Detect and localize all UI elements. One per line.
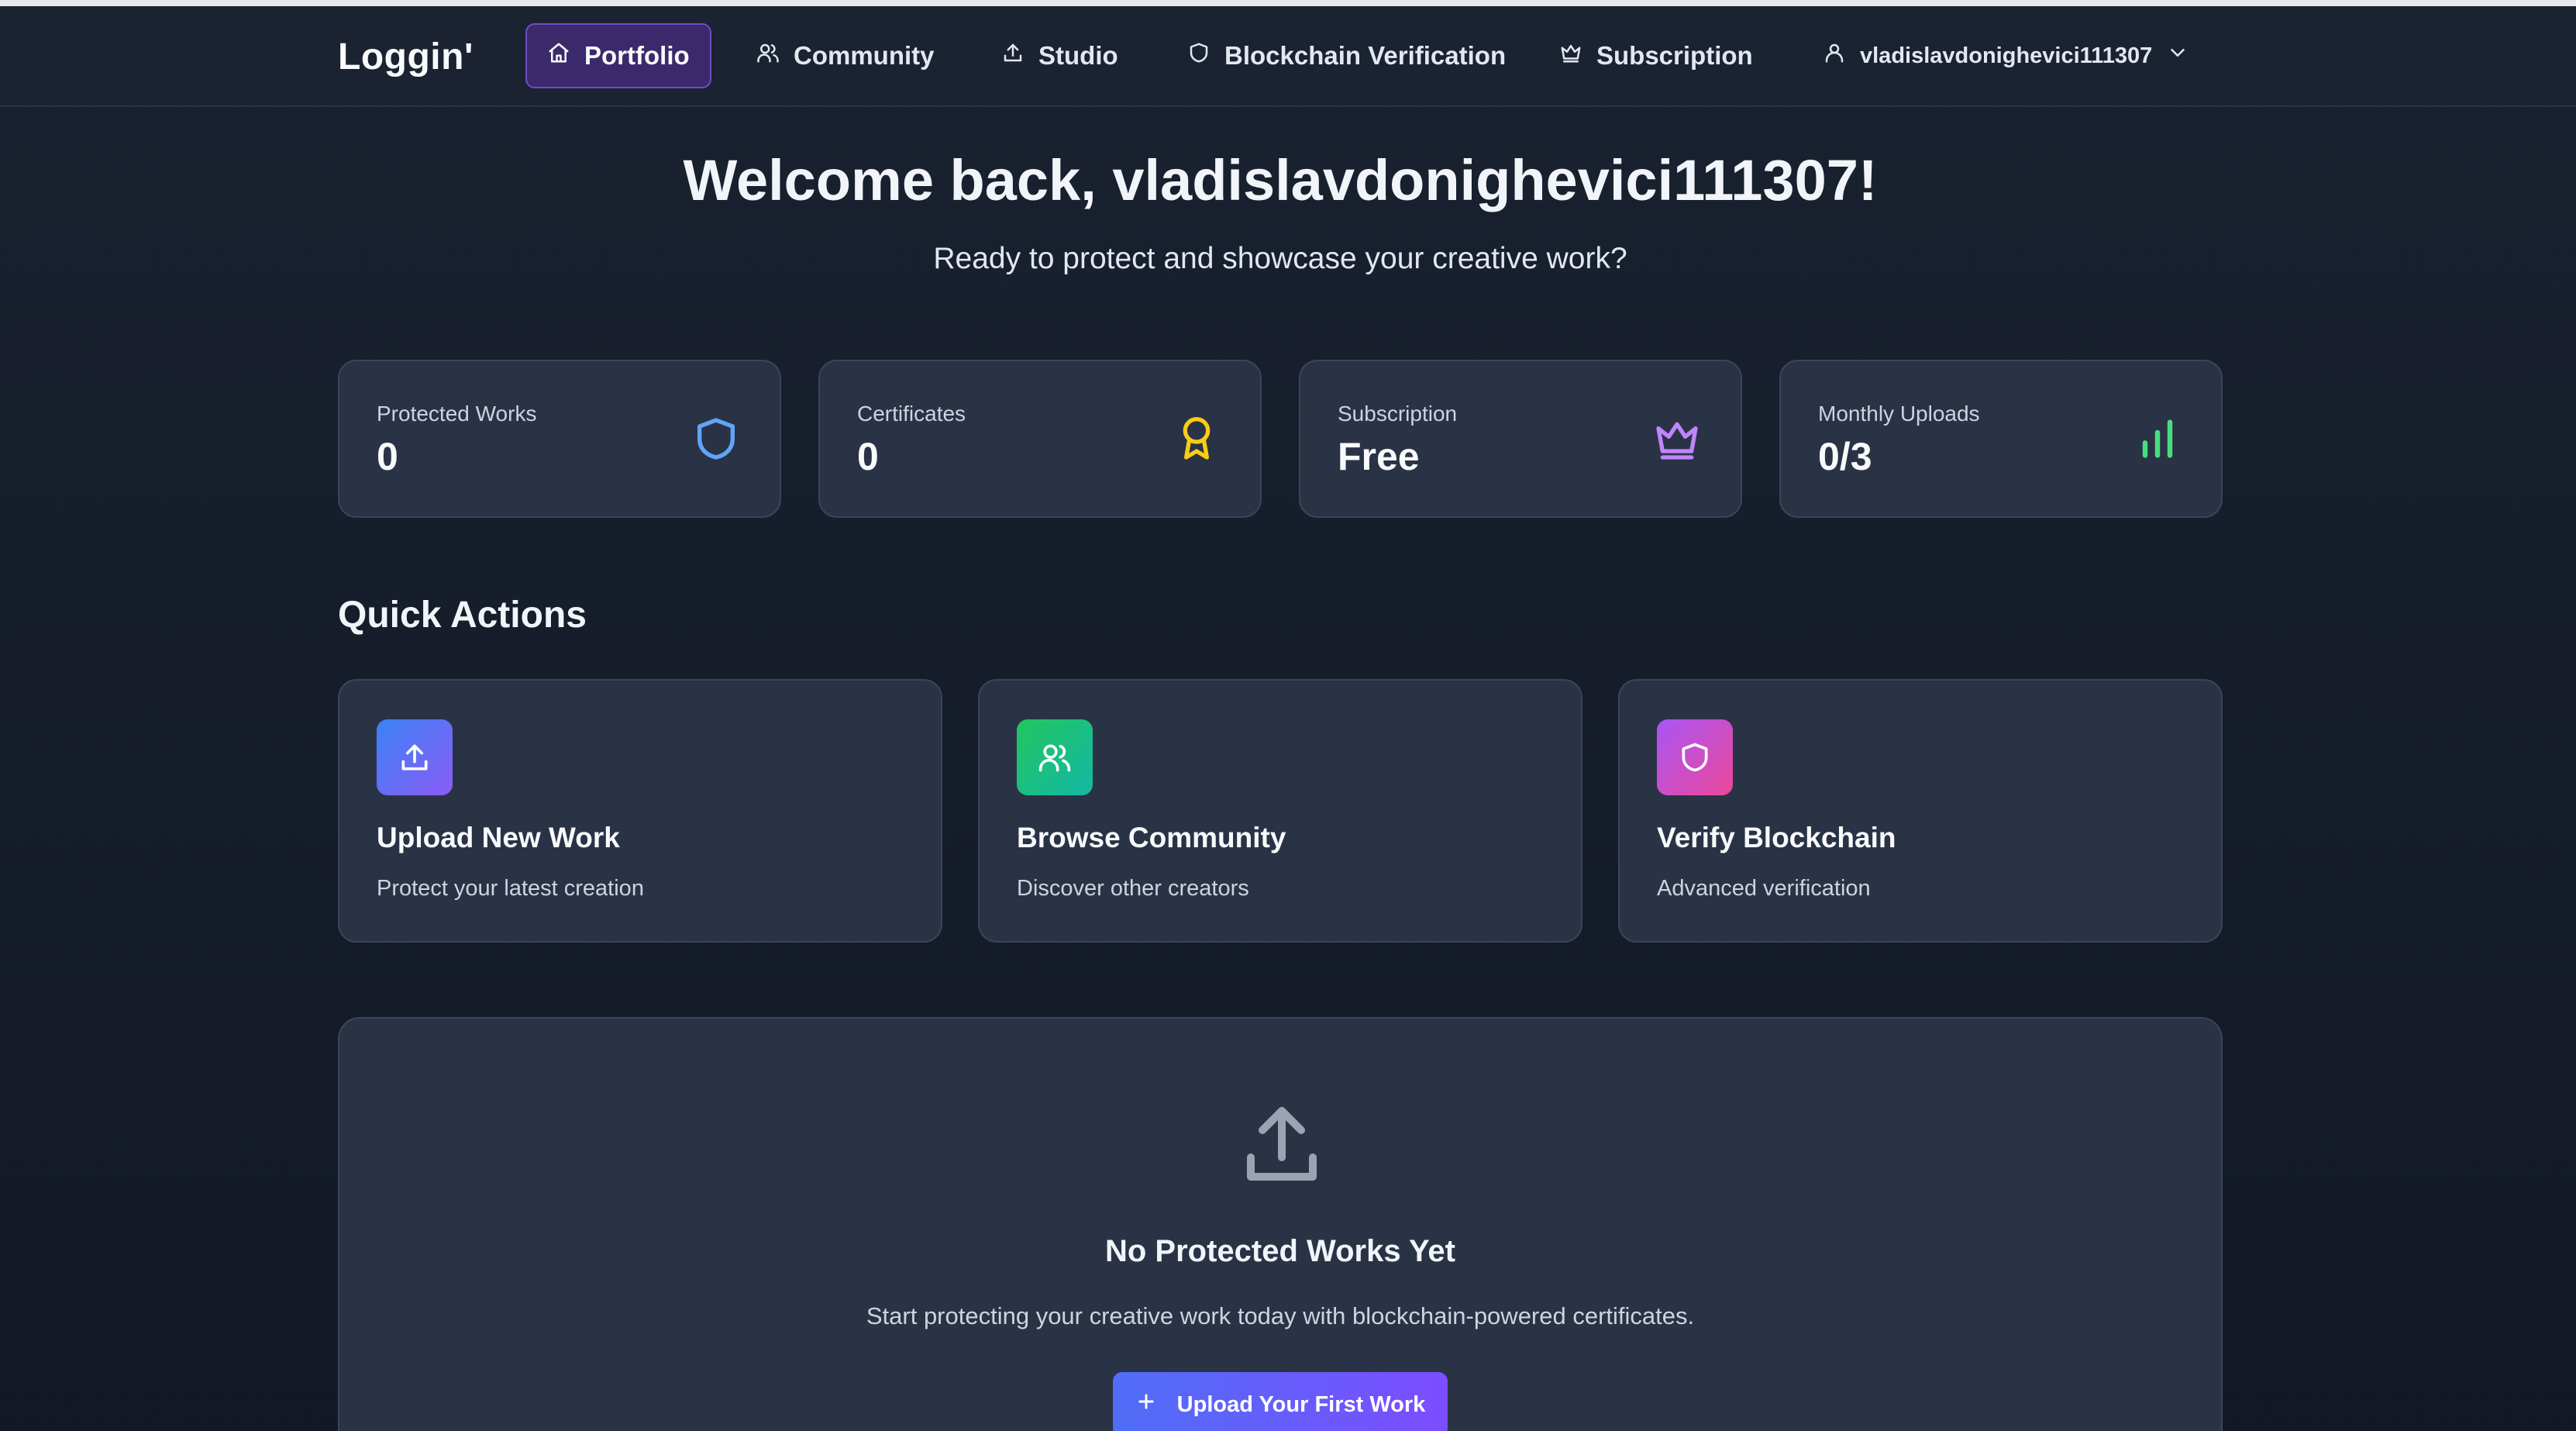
empty-state-title: No Protected Works Yet [1105,1234,1455,1268]
plus-icon [1135,1391,1157,1419]
chevron-down-icon [2166,41,2189,71]
home-icon [547,41,570,71]
browser-top-strip [0,0,2576,6]
top-navbar: Loggin' Portfolio Community Studio Block… [0,6,2576,107]
user-icon [1823,41,1846,71]
nav-item-community[interactable]: Community [736,23,955,88]
shield-icon [1187,41,1211,71]
user-name: vladislavdonighevici111307 [1860,43,2153,68]
bar-chart-icon [2133,414,2182,464]
users-icon [756,41,780,71]
nav-item-studio[interactable]: Studio [981,23,1138,88]
upload-first-work-button[interactable]: Upload Your First Work [1113,1372,1448,1431]
nav-item-label: Blockchain Verification [1224,41,1507,70]
stat-card-subscription: Subscription Free [1299,360,1742,518]
action-desc: Discover other creators [1017,876,1249,901]
nav-item-label: Community [794,41,935,70]
shield-icon [1657,719,1733,795]
upload-icon [1235,1099,1328,1192]
empty-state-desc: Start protecting your creative work toda… [866,1302,1695,1329]
action-title: Browse Community [1017,822,1286,853]
users-icon [1017,719,1093,795]
stat-label: Protected Works [377,402,537,426]
stat-value: 0 [377,435,398,478]
nav-item-blockchain-verification[interactable]: Blockchain Verification [1167,23,1526,88]
button-label: Upload Your First Work [1176,1391,1426,1417]
action-title: Upload New Work [377,822,620,853]
action-desc: Advanced verification [1657,876,1871,901]
shield-icon [691,414,741,464]
stat-value: 0 [857,435,879,478]
welcome-subtitle: Ready to protect and showcase your creat… [933,242,1627,275]
stat-label: Subscription [1338,402,1458,426]
upload-icon [1001,41,1025,71]
nav-item-portfolio[interactable]: Portfolio [525,23,711,88]
welcome-title: Welcome back, vladislavdonighevici111307… [683,148,1878,212]
action-card-browse-community[interactable]: Browse Community Discover other creators [978,679,1582,943]
quick-actions-title: Quick Actions [338,595,587,636]
crown-icon [1652,414,1702,464]
action-title: Verify Blockchain [1657,822,1896,853]
stat-label: Monthly Uploads [1818,402,1980,426]
stat-card-protected-works: Protected Works 0 [338,360,781,518]
stat-card-certificates: Certificates 0 [818,360,1262,518]
action-desc: Protect your latest creation [377,876,644,901]
nav-item-label: Studio [1038,41,1118,70]
action-card-upload[interactable]: Upload New Work Protect your latest crea… [338,679,942,943]
award-icon [1172,414,1221,464]
empty-state-panel: No Protected Works Yet Start protecting … [338,1017,2223,1431]
crown-icon [1559,41,1582,71]
user-menu[interactable]: vladislavdonighevici111307 [1803,23,2209,88]
stat-card-monthly-uploads: Monthly Uploads 0/3 [1779,360,2223,518]
action-card-verify-blockchain[interactable]: Verify Blockchain Advanced verification [1618,679,2223,943]
brand-logo[interactable]: Loggin' [338,36,474,78]
nav-item-subscription[interactable]: Subscription [1539,23,1773,88]
stat-value: 0/3 [1818,435,1872,478]
stat-label: Certificates [857,402,966,426]
nav-item-label: Subscription [1596,41,1753,70]
stat-value: Free [1338,435,1420,478]
nav-item-label: Portfolio [584,41,690,70]
upload-icon [377,719,453,795]
